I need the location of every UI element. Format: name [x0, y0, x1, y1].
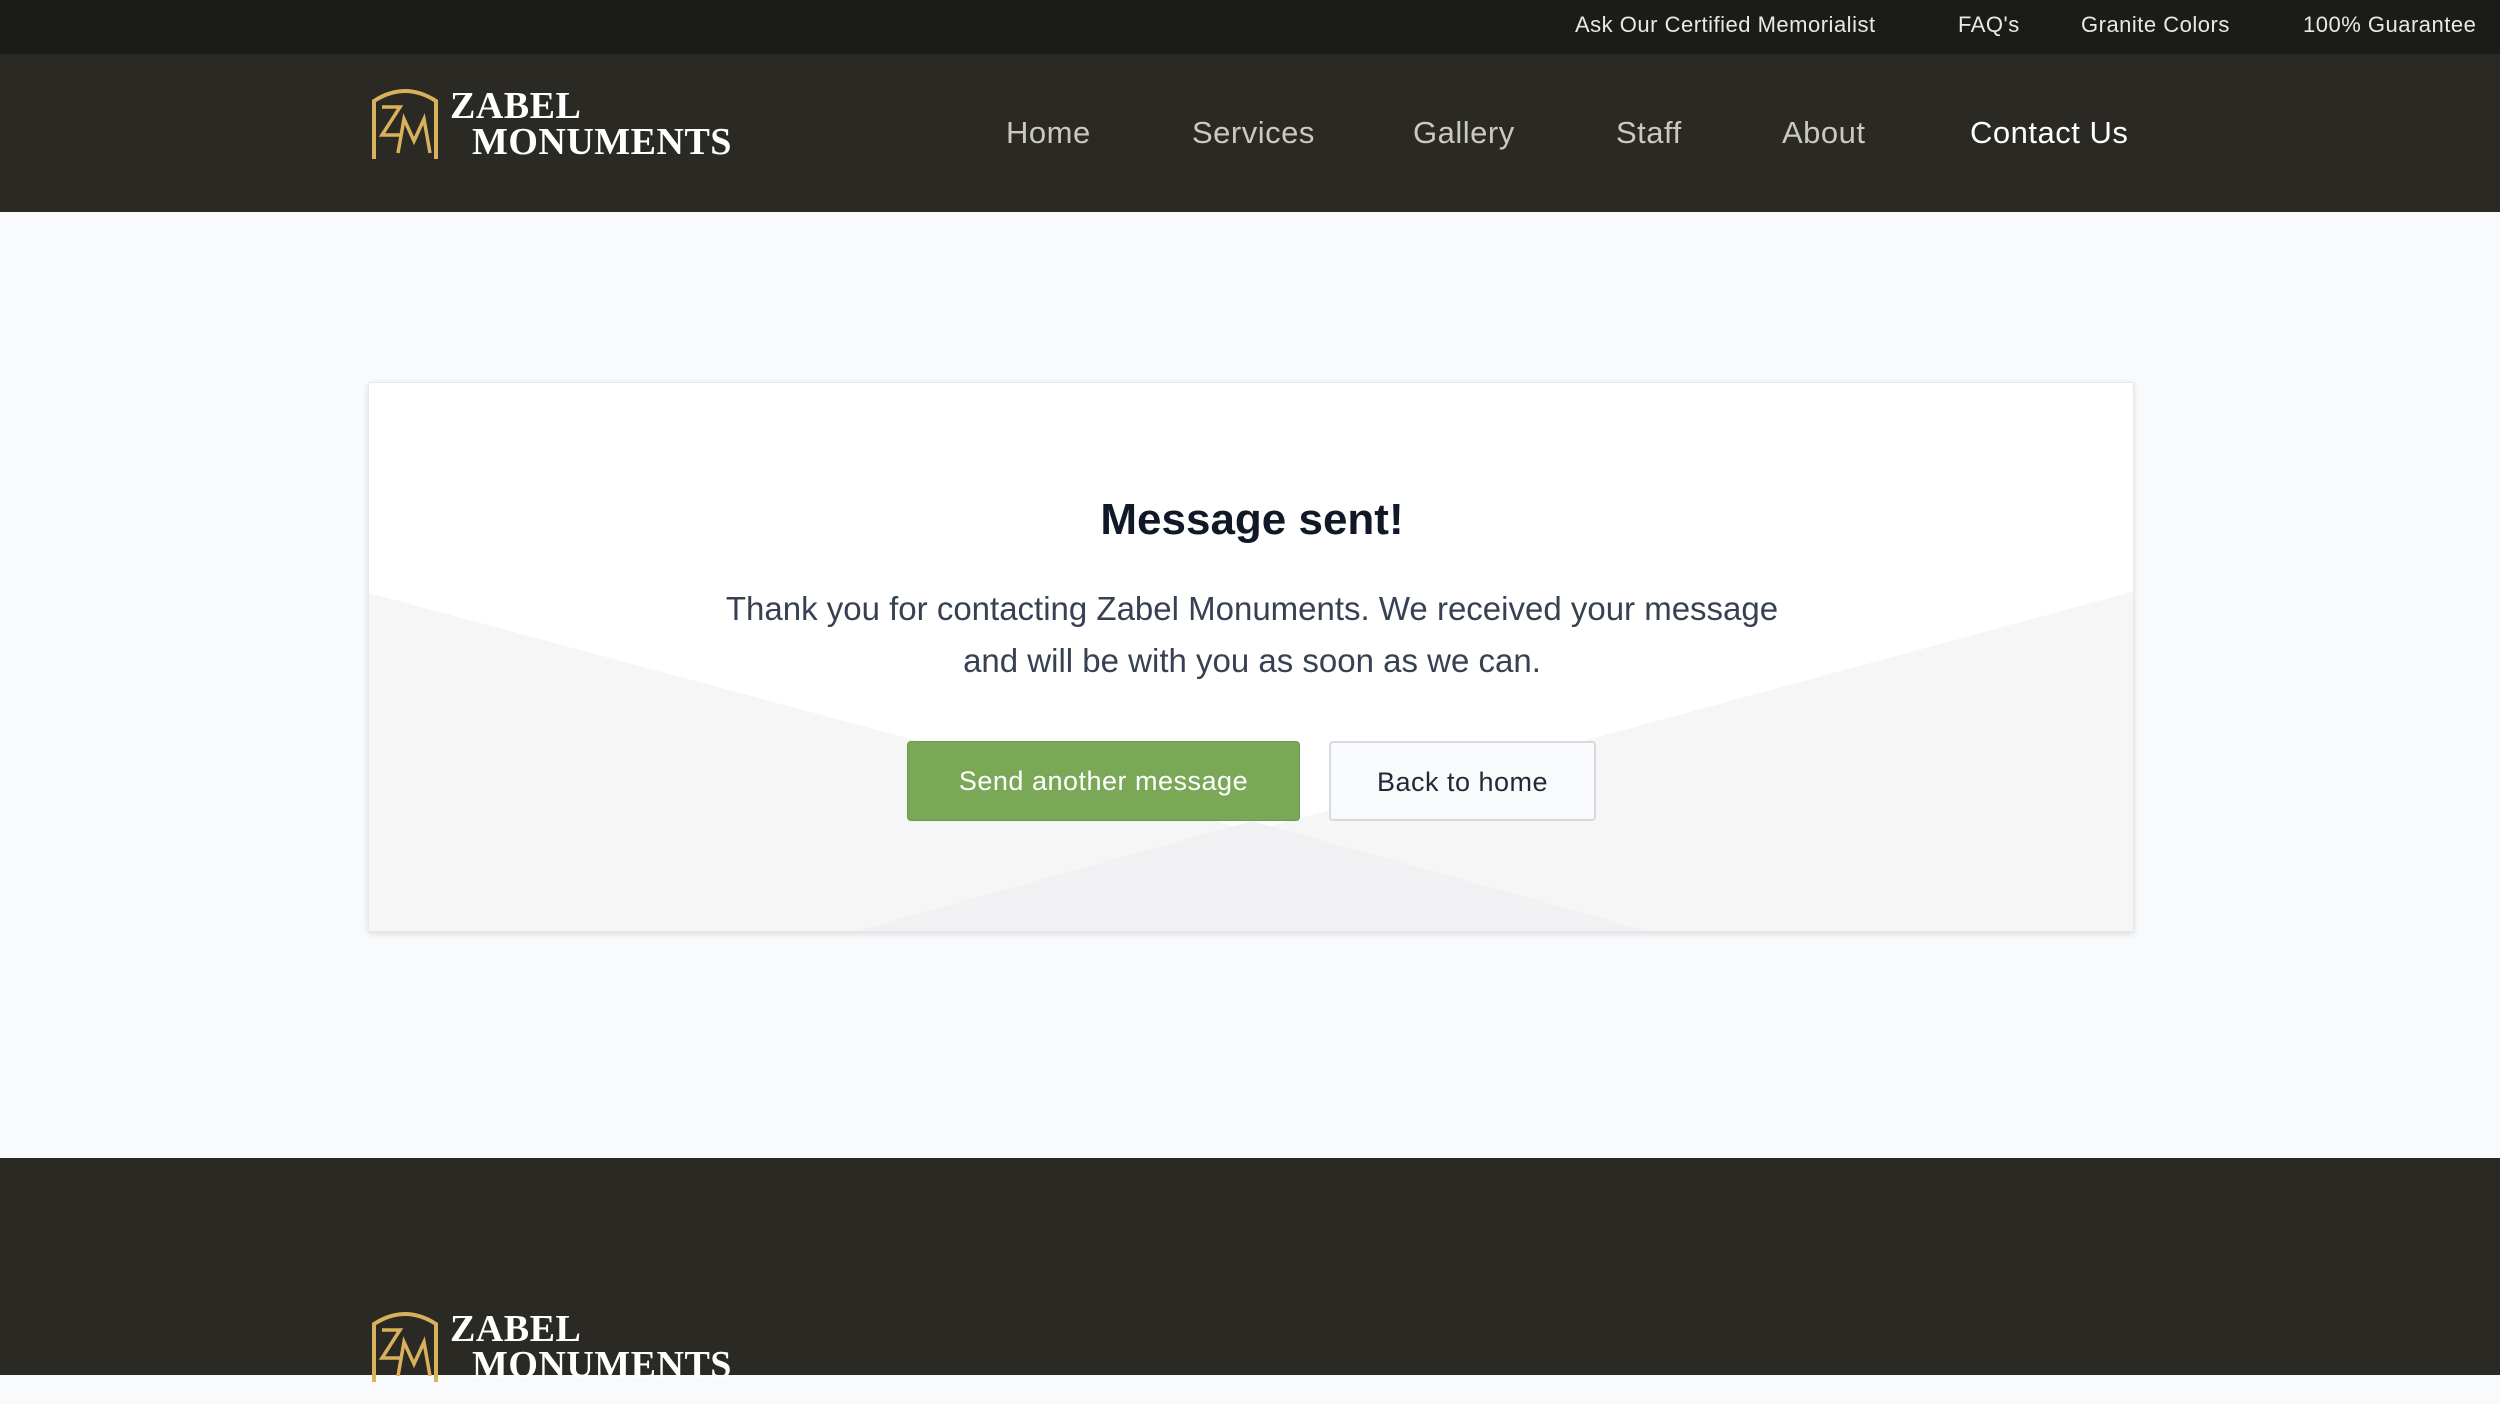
zm-monogram-icon	[372, 89, 438, 159]
confirmation-title: Message sent!	[1100, 495, 1404, 544]
nav-about[interactable]: About	[1782, 54, 1866, 212]
send-another-message-button[interactable]: Send another message	[907, 741, 1300, 821]
granite-colors-link[interactable]: Granite Colors	[2081, 0, 2230, 54]
nav-services[interactable]: Services	[1192, 54, 1315, 212]
footer-logo[interactable]: ZABEL MONUMENTS	[370, 1304, 731, 1404]
faqs-link[interactable]: FAQ's	[1958, 0, 2020, 54]
confirmation-message: Thank you for contacting Zabel Monuments…	[725, 590, 1779, 679]
nav-home[interactable]: Home	[1006, 54, 1091, 212]
nav-staff[interactable]: Staff	[1616, 54, 1682, 212]
nav-gallery[interactable]: Gallery	[1413, 54, 1515, 212]
confirmation-card: Message sent! Thank you for contacting Z…	[368, 382, 2134, 932]
brand-name: ZABEL MONUMENTS	[450, 1308, 732, 1386]
site-footer: ZABEL MONUMENTS	[0, 1158, 2500, 1384]
guarantee-link[interactable]: 100% Guarantee	[2303, 0, 2476, 54]
zm-monogram-icon	[372, 1312, 438, 1382]
back-to-home-button[interactable]: Back to home	[1329, 741, 1596, 821]
ask-memorialist-link[interactable]: Ask Our Certified Memorialist	[1575, 0, 1876, 54]
header-logo[interactable]: ZABEL MONUMENTS	[370, 81, 731, 181]
brand-name: ZABEL MONUMENTS	[450, 85, 732, 163]
nav-contact-us[interactable]: Contact Us	[1970, 54, 2128, 212]
utility-bar: Ask Our Certified Memorialist FAQ's Gran…	[0, 0, 2500, 54]
